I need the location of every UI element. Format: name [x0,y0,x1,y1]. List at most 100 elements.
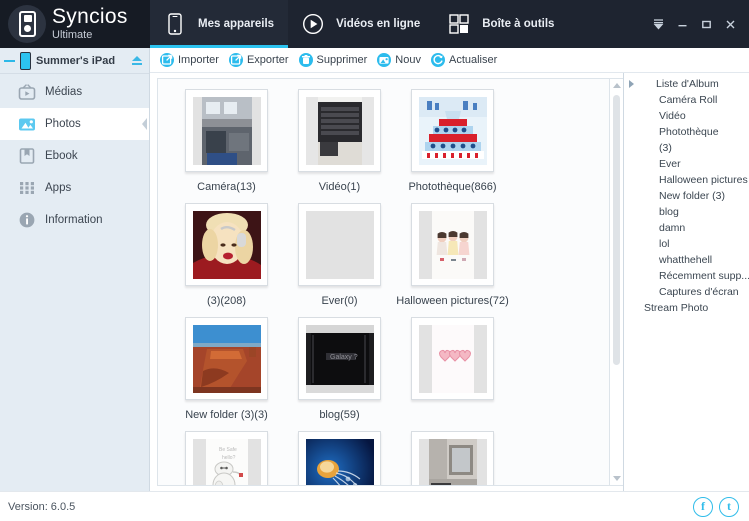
sidebar-item-ebook[interactable]: Ebook [0,140,149,172]
scroll-up-icon[interactable] [613,83,621,88]
new-album-button[interactable]: Nouv [375,53,429,67]
sidebar-item-label: Apps [45,182,72,194]
sidebar-item-medias[interactable]: Médias [0,76,149,108]
album-label: Halloween pictures(72) [396,295,509,307]
sidebar-item-information[interactable]: Information [0,204,149,236]
info-circle-icon [18,211,36,229]
album-thumb-card [298,89,381,172]
new-album-icon [377,53,392,67]
twitter-icon[interactable]: t [719,496,739,517]
album-tree-label: Liste d'Album [656,78,719,90]
delete-button[interactable]: Supprimer [297,53,376,67]
album-tree-label: Vidéo [659,110,686,122]
svg-text:Galaxy ?: Galaxy ? [330,354,358,361]
album-tree-label: blog [659,206,679,218]
album-cell[interactable]: Ever(0) [283,203,396,307]
maximize-button[interactable] [695,11,717,37]
tab-boite-a-outils[interactable]: Boîte à outils [434,0,568,48]
album-label: Ever(0) [321,295,358,307]
album-label: blog(59) [319,409,360,421]
title-bar: Syncios Ultimate Mes appareils Vidéos en… [0,0,749,48]
toolbar-label: Nouv [395,54,421,66]
album-cell[interactable] [396,431,509,485]
minimize-button[interactable] [671,11,693,37]
toolbar-label: Actualiser [448,54,498,66]
window-controls [647,0,749,48]
tab-mes-appareils[interactable]: Mes appareils [150,0,289,48]
picture-icon [642,287,655,298]
album-tree-label: damn [659,222,686,234]
sidebar-item-label: Ebook [45,150,78,162]
refresh-icon [430,53,445,67]
syncios-window: Syncios Ultimate Mes appareils Vidéos en… [0,0,749,521]
book-icon [18,147,36,165]
album-cell[interactable]: New folder (3)(3) [170,317,283,421]
album-tree-panel: Liste d'Album Caméra Roll Vidéo Photothè… [623,73,749,491]
sidebar-item-photos[interactable]: Photos [0,108,149,140]
toolbar-label: Importer [178,54,219,66]
album-tree-label: lol [659,238,670,250]
sidebar-item-label: Information [45,214,103,226]
album-cell[interactable]: Vidéo(1) [283,89,396,193]
album-label: Caméra(13) [197,181,256,193]
tab-videos-en-ligne[interactable]: Vidéos en ligne [288,0,434,48]
apps-grid-icon [18,179,36,197]
album-thumb-card: Be Safe hello? [185,431,268,485]
scrollbar-thumb[interactable] [613,95,620,365]
thumbnail-image [192,210,261,279]
album-cell[interactable]: Photothèque(866) [396,89,509,193]
album-tree-item-stream-photo[interactable]: Stream Photo [624,300,749,316]
facebook-icon[interactable]: f [693,496,713,517]
thumbnail-image [418,438,487,485]
album-thumb-card: Galaxy ? [298,317,381,400]
download-menu-button[interactable] [647,11,669,37]
album-cell[interactable]: (3)(208) [170,203,283,307]
thumbnail-image [192,96,261,165]
sidebar-device-row[interactable]: Summer's iPad [0,48,149,74]
refresh-button[interactable]: Actualiser [429,53,505,67]
grid-squares-icon [444,9,474,39]
close-button[interactable] [719,11,741,37]
album-tree-item[interactable]: Caméra Roll [624,92,749,108]
sidebar: Summer's iPad Médias Photos Ebook Apps I… [0,48,150,491]
thumbnail-image [418,324,487,393]
minus-icon[interactable] [4,55,15,66]
album-thumb-card [298,203,381,286]
album-thumb-card [411,89,494,172]
picture-icon [627,303,640,314]
sidebar-item-apps[interactable]: Apps [0,172,149,204]
album-tree-item[interactable]: Captures d'écran [624,284,749,300]
social-links: f t [693,496,739,517]
scroll-down-icon[interactable] [613,476,621,481]
content-area: Caméra(13) Vidéo(1) Photothèque(866) (3)… [150,73,749,491]
album-tree-label: Photothèque [659,126,719,138]
album-tree-label: Caméra Roll [659,94,718,106]
export-button[interactable]: Exporter [227,53,297,67]
import-button[interactable]: Importer [158,53,227,67]
album-thumb-card [298,431,381,485]
main-panel: Importer Exporter Supprimer Nouv Actuali… [150,48,749,491]
thumbnail-image: Be Safe hello? [192,438,261,485]
sidebar-nav: Médias Photos Ebook Apps Information [0,74,149,236]
album-cell[interactable]: Galaxy ? blog(59) [283,317,396,421]
tab-label: Boîte à outils [482,18,555,30]
album-tree-root[interactable]: Liste d'Album [624,76,749,92]
gallery-scrollbar[interactable] [610,78,623,486]
album-tree-label: Captures d'écran [659,286,739,298]
album-cell[interactable] [283,431,396,485]
album-cell[interactable]: Halloween pictures(72) [396,203,509,307]
album-grid: Caméra(13) Vidéo(1) Photothèque(866) (3)… [158,79,609,485]
sidebar-item-label: Médias [45,86,83,98]
album-tree-label: Stream Photo [644,302,709,314]
album-cell[interactable] [396,317,509,421]
album-cell[interactable]: Be Safe hello? [170,431,283,485]
album-cell[interactable]: Caméra(13) [170,89,283,193]
album-label: Photothèque(866) [408,181,497,193]
eject-icon[interactable] [131,55,143,67]
svg-text:Be Safe: Be Safe [219,447,237,453]
thumbnail-image [418,96,487,165]
sidebar-item-label: Photos [45,118,81,130]
version-label: Version: 6.0.5 [8,500,76,513]
chevron-right-icon [142,118,147,130]
status-bar: Version: 6.0.5 f t [0,491,749,521]
